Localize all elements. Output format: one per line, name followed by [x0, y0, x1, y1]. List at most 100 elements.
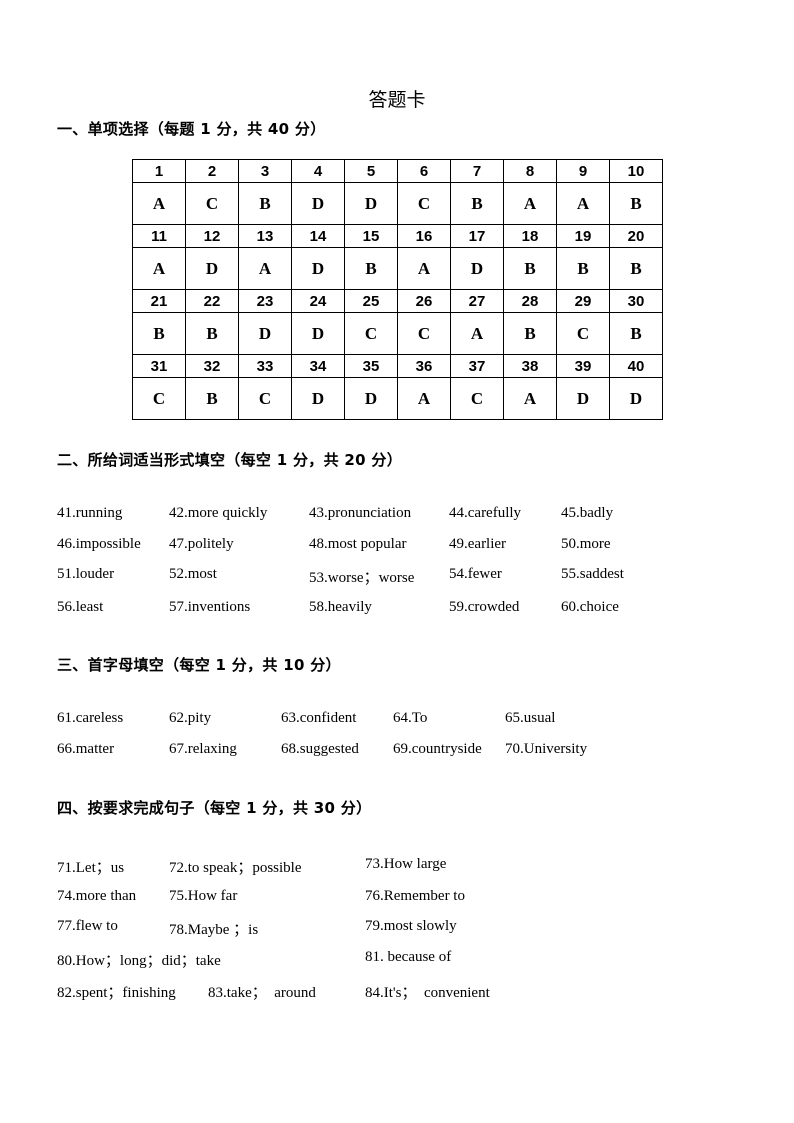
answer-item: 80.How；long；did；take [57, 953, 221, 969]
answer-item: 81. because of [365, 949, 452, 965]
answer-item: 74.more than [57, 888, 137, 904]
question-number-cell: 12 [185, 224, 239, 248]
question-number-cell: 22 [185, 289, 239, 313]
answer-item: 73.How large [365, 856, 447, 872]
answer-item: 71.Let；us [57, 860, 125, 876]
answer-item: 42.more quickly [169, 505, 268, 521]
answer-cell: A [397, 247, 451, 290]
answer-item: 65.usual [505, 710, 556, 726]
answer-row: BBDDCCABCB [132, 312, 663, 355]
answer-item: 62.pity [169, 710, 212, 726]
answer-row: CBCDDACADD [132, 377, 663, 420]
answer-cell: B [450, 182, 504, 225]
answer-cell: A [132, 247, 186, 290]
answer-cell: B [185, 377, 239, 420]
question-number-cell: 20 [609, 224, 663, 248]
question-number-cell: 36 [397, 354, 451, 378]
answer-cell: D [344, 377, 398, 420]
answer-row: ACBDDCBAAB [132, 182, 663, 225]
question-number-cell: 1 [132, 159, 186, 183]
answer-item: 46.impossible [57, 536, 141, 552]
answer-item: 63.confident [281, 710, 357, 726]
answer-cell: B [185, 312, 239, 355]
answer-item: 53.worse；worse [309, 570, 415, 586]
answer-cell: C [556, 312, 610, 355]
question-number-row: 31 32 33 34 35 36 37 38 39 40 [132, 354, 663, 378]
question-number-cell: 8 [503, 159, 557, 183]
answer-item: 79.most slowly [365, 918, 457, 934]
answer-item: 50.more [561, 536, 611, 552]
question-number-cell: 18 [503, 224, 557, 248]
answer-cell: D [238, 312, 292, 355]
answer-cell: D [291, 247, 345, 290]
question-number-cell: 10 [609, 159, 663, 183]
answer-item: 83.take； around [208, 985, 316, 1001]
answer-item: 76.Remember to [365, 888, 465, 904]
answer-item: 56.least [57, 599, 104, 615]
answer-item: 77.flew to [57, 918, 118, 934]
question-number-cell: 27 [450, 289, 504, 313]
question-number-cell: 23 [238, 289, 292, 313]
answer-item: 52.most [169, 566, 217, 582]
answer-cell: C [450, 377, 504, 420]
question-number-cell: 24 [291, 289, 345, 313]
question-number-row: 1 2 3 4 5 6 7 8 9 10 [132, 159, 663, 183]
question-number-cell: 14 [291, 224, 345, 248]
answer-item: 70.University [505, 741, 588, 757]
answer-cell: D [291, 377, 345, 420]
answer-cell: D [609, 377, 663, 420]
question-number-cell: 17 [450, 224, 504, 248]
question-number-cell: 40 [609, 354, 663, 378]
question-number-cell: 13 [238, 224, 292, 248]
section-heading-multiple-choice: 一、单项选择（每题 1 分，共 40 分） [57, 120, 326, 138]
answer-cell: A [503, 377, 557, 420]
question-number-cell: 4 [291, 159, 345, 183]
answer-cell: C [185, 182, 239, 225]
question-number-cell: 38 [503, 354, 557, 378]
answer-item: 48.most popular [309, 536, 407, 552]
answer-item: 75.How far [169, 888, 238, 904]
answer-cell: A [503, 182, 557, 225]
answer-item: 41.running [57, 505, 123, 521]
answer-cell: C [238, 377, 292, 420]
answer-cell: A [450, 312, 504, 355]
answer-cell: A [556, 182, 610, 225]
answer-item: 61.careless [57, 710, 124, 726]
question-number-cell: 26 [397, 289, 451, 313]
question-number-cell: 34 [291, 354, 345, 378]
question-number-cell: 16 [397, 224, 451, 248]
question-number-cell: 35 [344, 354, 398, 378]
answer-cell: C [397, 312, 451, 355]
question-number-cell: 31 [132, 354, 186, 378]
answer-item: 66.matter [57, 741, 115, 757]
answer-cell: B [344, 247, 398, 290]
answer-item: 47.politely [169, 536, 234, 552]
section-heading-word-forms: 二、所给词适当形式填空（每空 1 分，共 20 分） [57, 451, 403, 469]
answer-cell: A [397, 377, 451, 420]
answer-cell: B [132, 312, 186, 355]
answer-item: 60.choice [561, 599, 619, 615]
question-number-cell: 2 [185, 159, 239, 183]
answer-item: 57.inventions [169, 599, 251, 615]
answer-cell: D [344, 182, 398, 225]
answer-item: 58.heavily [309, 599, 372, 615]
answer-row: ADADBADBBB [132, 247, 663, 290]
answer-item: 72.to speak；possible [169, 860, 302, 876]
answer-cell: D [185, 247, 239, 290]
answer-item: 84.It's； convenient [365, 985, 490, 1001]
answer-cell: B [503, 247, 557, 290]
question-number-cell: 30 [609, 289, 663, 313]
question-number-cell: 5 [344, 159, 398, 183]
question-number-cell: 28 [503, 289, 557, 313]
answer-cell: C [397, 182, 451, 225]
answer-item: 82.spent；finishing [57, 985, 176, 1001]
answer-cell: D [291, 182, 345, 225]
question-number-cell: 21 [132, 289, 186, 313]
answer-item: 59.crowded [449, 599, 520, 615]
answer-item: 49.earlier [449, 536, 507, 552]
question-number-cell: 37 [450, 354, 504, 378]
answer-item: 44.carefully [449, 505, 522, 521]
answer-item: 43.pronunciation [309, 505, 412, 521]
question-number-cell: 29 [556, 289, 610, 313]
answer-item: 67.relaxing [169, 741, 237, 757]
